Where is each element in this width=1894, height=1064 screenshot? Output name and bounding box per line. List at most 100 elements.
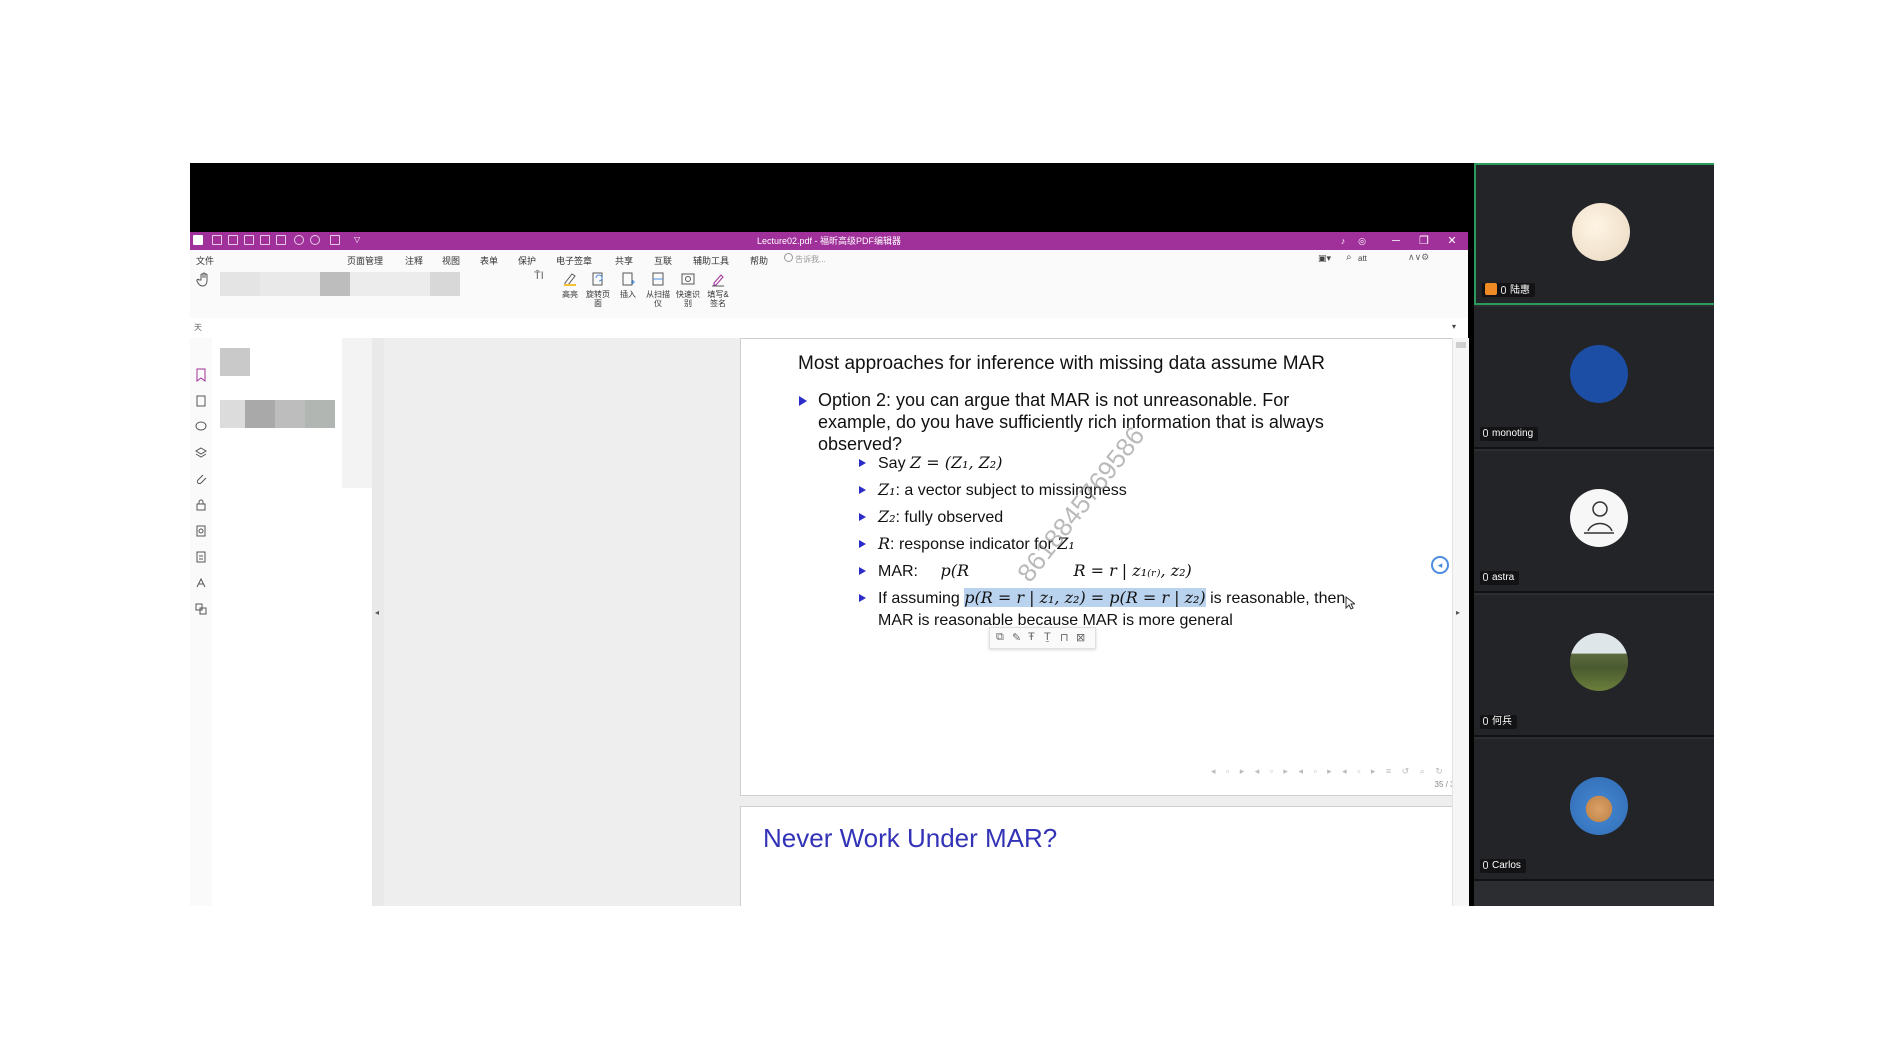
fields-icon[interactable] xyxy=(194,550,208,564)
participant-name-badge: Carlos xyxy=(1480,859,1526,873)
blurred-content xyxy=(220,348,250,376)
participant-name-badge: astra xyxy=(1480,571,1520,585)
tell-me-search[interactable]: 告诉我... xyxy=(783,252,841,265)
underline-icon[interactable]: Ṯ xyxy=(1044,631,1051,643)
view-mode-icon[interactable]: ▣▾ xyxy=(1318,253,1331,264)
copy-text-icon[interactable]: ⧉ xyxy=(996,631,1004,644)
participant-tile[interactable]: Carlos xyxy=(1474,739,1714,881)
scroll-thumb[interactable] xyxy=(1456,342,1466,348)
menu-page-management[interactable]: 页面管理 xyxy=(347,254,383,267)
attachment-icon[interactable] xyxy=(194,472,208,486)
highlight-text-icon[interactable]: ✎ xyxy=(1012,631,1021,644)
participant-tile[interactable]: astra xyxy=(1474,451,1714,593)
participant-name: 何兵 xyxy=(1492,716,1512,727)
bullet-icon xyxy=(859,513,866,521)
document-tab-bar: 天 ▾ xyxy=(190,318,1468,339)
bullet-icon xyxy=(859,459,866,467)
participant-list: 陆惠 monoting astra 何兵 Carlos xyxy=(1474,163,1714,906)
say-z-math: Z = (Z₁, Z₂) xyxy=(910,453,1003,472)
panel-toggle-icon[interactable]: 天 xyxy=(194,322,202,333)
mic-icon xyxy=(1483,861,1488,869)
z1-bullet: Z₁: a vector subject to missingness xyxy=(878,479,1398,502)
blurred-content xyxy=(305,400,335,428)
menu-view[interactable]: 视图 xyxy=(442,254,460,267)
ocr-text-icon[interactable]: ⊠ xyxy=(1076,631,1085,644)
fill-sign-label: 填写&签名 xyxy=(707,290,729,308)
participant-name-badge: monoting xyxy=(1480,427,1539,441)
menu-comment[interactable]: 注释 xyxy=(405,254,423,267)
highlight-icon xyxy=(564,273,576,286)
layers-icon[interactable] xyxy=(194,446,208,460)
menu-file[interactable]: 文件 xyxy=(196,254,214,267)
bullet-icon xyxy=(859,594,866,602)
security-icon[interactable] xyxy=(194,498,208,512)
rotate-page-icon xyxy=(592,272,603,286)
from-scanner-button[interactable]: 从扫描仪 xyxy=(644,271,672,308)
rotate-page-button[interactable]: 旋转页面 xyxy=(584,271,612,308)
ai-assistant-icon[interactable]: ◂ xyxy=(1431,556,1449,574)
title-bar: ▽ Lecture02.pdf - 福昕高级PDF编辑器 ♪ ◎ ─ ❐ ✕ xyxy=(190,232,1468,250)
comment-icon[interactable] xyxy=(194,420,208,434)
highlight-button[interactable]: 高亮 xyxy=(556,271,584,299)
menu-form[interactable]: 表单 xyxy=(480,254,498,267)
menu-connect[interactable]: 互联 xyxy=(654,254,672,267)
find-nav-icon[interactable]: ∧∨⚙ xyxy=(1408,252,1429,263)
participant-name-badge: 陆惠 xyxy=(1482,283,1535,297)
beamer-navigation-symbols[interactable]: ◂ ▫ ▸ ◂ ▫ ▸ ◂ ▫ ▸ ◂ ▫ ▸ ≡ ↺ ⌕ ↻ xyxy=(1211,766,1447,777)
text-selection-toolbar: ⧉ ✎ Ŧ Ṯ ⊓ ⊠ xyxy=(989,627,1096,649)
selected-formula[interactable]: p(R = r | z₁, z₂) = p(R = r | z₂) xyxy=(964,588,1206,607)
highlight-label: 高亮 xyxy=(562,290,578,299)
participant-tile[interactable]: monoting xyxy=(1474,307,1714,449)
compare-icon[interactable] xyxy=(194,602,208,616)
pdf-page-next[interactable]: Never Work Under MAR? xyxy=(740,806,1452,906)
restore-button[interactable]: ❐ xyxy=(1410,232,1438,250)
from-scanner-label: 从扫描仪 xyxy=(646,290,670,308)
ocr-icon xyxy=(681,273,695,285)
menu-accessibility[interactable]: 辅助工具 xyxy=(693,254,729,267)
account-icon[interactable]: ◎ xyxy=(1348,232,1376,250)
insert-button[interactable]: 插入 xyxy=(614,271,642,299)
menu-share[interactable]: 共享 xyxy=(615,254,633,267)
option2-bullet: Option 2: you can argue that MAR is not … xyxy=(818,389,1388,455)
blurred-toolbar xyxy=(350,272,430,296)
lightbulb-icon xyxy=(784,253,793,262)
navigation-panel-strip xyxy=(190,338,213,906)
pages-icon[interactable] xyxy=(194,394,208,408)
bookmark-text-icon[interactable]: ⊓ xyxy=(1060,631,1069,644)
option2-line1: Option 2: you can argue that MAR is not … xyxy=(818,390,1290,410)
participant-tile[interactable]: 何兵 xyxy=(1474,595,1714,737)
quick-ocr-label: 快速识别 xyxy=(676,290,700,308)
fill-sign-icon xyxy=(712,274,724,287)
collapse-panel-icon[interactable]: ◂ xyxy=(375,608,379,617)
quick-ocr-button[interactable]: 快速识别 xyxy=(674,271,702,308)
participant-name: Carlos xyxy=(1492,860,1521,871)
text-tool-icon[interactable]: T̄I xyxy=(534,270,544,282)
find-input[interactable]: att xyxy=(1358,254,1367,263)
pdf-page-current[interactable]: Most approaches for inference with missi… xyxy=(740,338,1452,796)
find-box[interactable]: ▣▾ ⌕ att ∧∨⚙ xyxy=(1318,252,1429,266)
document-view[interactable]: Most approaches for inference with missi… xyxy=(384,338,1452,906)
z2-math: Z₂ xyxy=(878,507,896,526)
search-doc-icon[interactable] xyxy=(194,524,208,538)
menu-help[interactable]: 帮助 xyxy=(750,254,768,267)
z2-bullet: Z₂: fully observed xyxy=(878,506,1398,529)
bullet-icon xyxy=(859,567,866,575)
expand-panel-icon[interactable]: ▸ xyxy=(1456,608,1460,617)
participant-tile[interactable]: 陆惠 xyxy=(1474,163,1714,305)
bookmark-panel xyxy=(212,338,372,906)
fill-sign-button[interactable]: 填写&签名 xyxy=(704,271,732,308)
vertical-scrollbar[interactable]: ▸ xyxy=(1452,338,1469,906)
bullet-icon xyxy=(859,540,866,548)
bookmark-icon[interactable] xyxy=(194,368,208,382)
close-button[interactable]: ✕ xyxy=(1438,232,1466,250)
blurred-content xyxy=(220,400,245,428)
menu-e-signature[interactable]: 电子签章 xyxy=(556,254,592,267)
menu-protect[interactable]: 保护 xyxy=(518,254,536,267)
signature-icon[interactable] xyxy=(194,576,208,590)
tell-me-placeholder: 告诉我... xyxy=(795,255,826,264)
panel-splitter[interactable]: ◂ xyxy=(372,338,384,906)
minimize-button[interactable]: ─ xyxy=(1382,232,1410,250)
strikeout-icon[interactable]: Ŧ xyxy=(1028,631,1035,643)
hand-tool-button[interactable] xyxy=(190,271,218,290)
tab-dropdown-icon[interactable]: ▾ xyxy=(1452,322,1456,331)
